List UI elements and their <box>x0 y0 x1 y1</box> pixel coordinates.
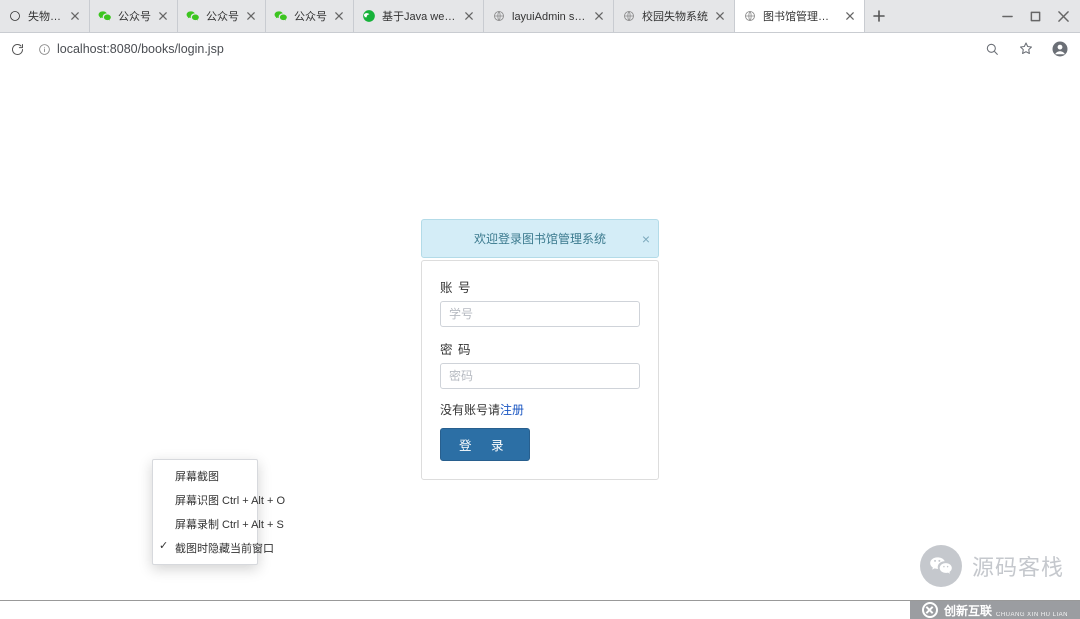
wechat-logo-icon <box>920 545 962 587</box>
tab-item-active[interactable]: 图书馆管理系统 <box>735 0 865 32</box>
page-viewport: 欢迎登录图书馆管理系统 × 账 号 密 码 没有账号请注册 登 录 屏幕截图 屏… <box>0 64 1080 600</box>
close-icon[interactable] <box>333 10 345 22</box>
password-input[interactable] <box>440 363 640 389</box>
tab-title: 校园失物系统 <box>642 8 708 24</box>
context-menu-item[interactable]: 截图时隐藏当前窗口 <box>153 536 257 560</box>
password-field-group: 密 码 <box>440 339 640 389</box>
minimize-icon[interactable] <box>1000 9 1014 23</box>
login-panel: 账 号 密 码 没有账号请注册 登 录 <box>421 260 659 480</box>
register-row: 没有账号请注册 <box>440 401 640 418</box>
password-label: 密 码 <box>440 339 640 358</box>
wechat-icon <box>274 9 288 23</box>
alert-close-icon[interactable]: × <box>642 232 650 246</box>
globe-icon <box>492 9 506 23</box>
tab-item[interactable]: 校园失物系统 <box>614 0 735 32</box>
tab-title: 公众号 <box>206 8 239 24</box>
register-link[interactable]: 注册 <box>500 403 524 417</box>
star-icon[interactable] <box>1016 39 1036 59</box>
tab-item[interactable]: 公众号 <box>178 0 266 32</box>
wechat-icon <box>98 9 112 23</box>
tab-item[interactable]: 基于Java web的投票管理系 <box>354 0 484 32</box>
tabs-container: 失物系统 公众号 公众号 公众号 <box>0 0 990 32</box>
footer-logo-bar: 创新互联 CHUANG XIN HU LIAN <box>0 600 1080 619</box>
profile-icon[interactable] <box>1050 39 1070 59</box>
context-menu: 屏幕截图 屏幕识图 Ctrl + Alt + O 屏幕录制 Ctrl + Alt… <box>152 459 258 565</box>
tab-title: layuiAdmin std - 通用后 <box>512 8 587 24</box>
tab-title: 公众号 <box>294 8 327 24</box>
address-bar: localhost:8080/books/login.jsp <box>0 33 1080 66</box>
new-tab-button[interactable] <box>865 0 893 32</box>
tab-title: 失物系统 <box>28 8 63 24</box>
url-display[interactable]: localhost:8080/books/login.jsp <box>38 42 972 56</box>
browser-tabstrip: 失物系统 公众号 公众号 公众号 <box>0 0 1080 33</box>
username-input[interactable] <box>440 301 640 327</box>
reload-icon[interactable] <box>6 38 28 60</box>
login-button[interactable]: 登 录 <box>440 428 530 461</box>
close-window-icon[interactable] <box>1056 9 1070 23</box>
alert-text: 欢迎登录图书馆管理系统 <box>474 232 606 246</box>
tab-item[interactable]: 失物系统 <box>0 0 90 32</box>
wechat-icon <box>186 9 200 23</box>
globe-icon <box>743 9 757 23</box>
close-icon[interactable] <box>69 10 81 22</box>
username-field-group: 账 号 <box>440 277 640 327</box>
tab-title: 基于Java web的投票管理系 <box>382 8 457 24</box>
tab-title: 图书馆管理系统 <box>763 8 838 24</box>
tab-item[interactable]: 公众号 <box>266 0 354 32</box>
close-icon[interactable] <box>593 10 605 22</box>
username-label: 账 号 <box>440 277 640 296</box>
footer-logo-badge: 创新互联 CHUANG XIN HU LIAN <box>910 601 1080 619</box>
no-account-text: 没有账号请 <box>440 403 500 417</box>
maximize-icon[interactable] <box>1028 9 1042 23</box>
window-controls <box>990 0 1080 32</box>
context-menu-item[interactable]: 屏幕录制 Ctrl + Alt + S <box>153 512 257 536</box>
tab-item[interactable]: 公众号 <box>90 0 178 32</box>
context-menu-item[interactable]: 屏幕截图 <box>153 464 257 488</box>
site-info-icon[interactable] <box>38 43 51 56</box>
globe-icon <box>622 9 636 23</box>
zoom-icon[interactable] <box>982 39 1002 59</box>
close-icon[interactable] <box>844 10 856 22</box>
footer-logo-text: 创新互联 <box>944 602 992 619</box>
globe-icon <box>8 9 22 23</box>
url-text: localhost:8080/books/login.jsp <box>57 42 224 56</box>
tab-item[interactable]: layuiAdmin std - 通用后 <box>484 0 614 32</box>
wechat-solid-icon <box>362 9 376 23</box>
context-menu-item[interactable]: 屏幕识图 Ctrl + Alt + O <box>153 488 257 512</box>
wechat-watermark-text: 源码客栈 <box>972 550 1064 582</box>
close-icon[interactable] <box>245 10 257 22</box>
tab-title: 公众号 <box>118 8 151 24</box>
close-icon[interactable] <box>157 10 169 22</box>
close-icon[interactable] <box>463 10 475 22</box>
close-icon[interactable] <box>714 10 726 22</box>
login-alert: 欢迎登录图书馆管理系统 × <box>421 219 659 258</box>
wechat-watermark: 源码客栈 <box>920 545 1064 587</box>
footer-logo-icon <box>922 602 938 618</box>
